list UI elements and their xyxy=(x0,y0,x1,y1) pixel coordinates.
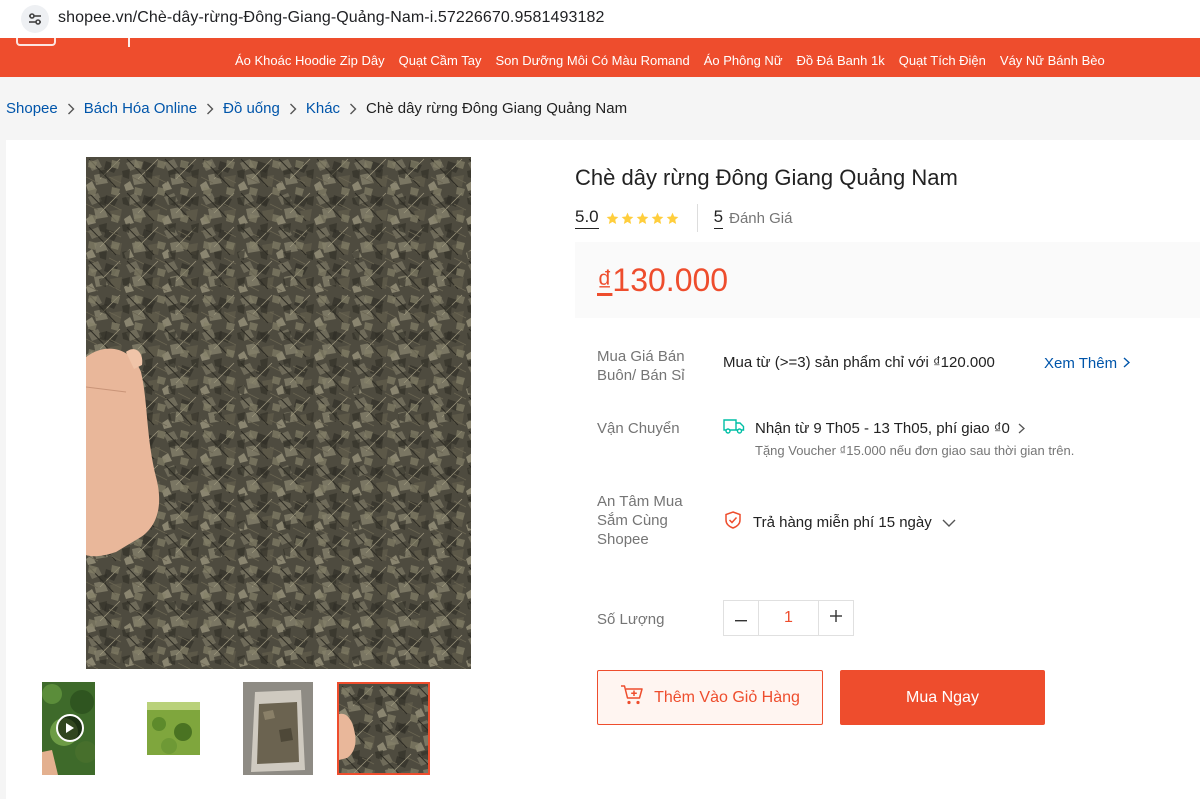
wholesale-label: Mua Giá Bán Buôn/ Bán Sỉ xyxy=(597,348,685,384)
assurance-label: An Tâm Mua Sắm Cùng Shopee xyxy=(597,493,683,548)
product-main-image[interactable] xyxy=(86,157,471,669)
thumbnail-strip xyxy=(0,680,480,780)
price-amount: 130.000 xyxy=(612,262,729,298)
buy-now-button[interactable]: Mua Ngay xyxy=(840,670,1045,725)
return-policy-dropdown[interactable]: Trả hàng miễn phí 15 ngày xyxy=(723,510,956,535)
chevron-right-icon xyxy=(67,103,75,115)
add-to-cart-label: Thêm Vào Giỏ Hàng xyxy=(654,688,800,706)
chevron-right-icon xyxy=(349,103,357,115)
review-count[interactable]: 5 xyxy=(713,207,724,229)
chevron-down-icon xyxy=(942,514,956,532)
keyword-link[interactable]: Quạt Cầm Tay xyxy=(399,53,482,68)
shopee-logo-text[interactable] xyxy=(128,38,130,47)
chevron-right-icon xyxy=(206,103,214,115)
keyword-link[interactable]: Áo Phông Nữ xyxy=(704,53,783,68)
rating-divider xyxy=(696,204,698,232)
star-icon xyxy=(651,212,663,224)
keyword-link[interactable]: Đồ Đá Banh 1k xyxy=(797,53,885,68)
quantity-increase-button[interactable] xyxy=(818,600,854,636)
chevron-right-icon xyxy=(1018,423,1025,434)
star-icon xyxy=(666,212,678,224)
quantity-decrease-button[interactable] xyxy=(723,600,759,636)
breadcrumb-current: Chè dây rừng Đông Giang Quảng Nam xyxy=(366,100,628,117)
buy-now-label: Mua Ngay xyxy=(906,688,979,706)
shipping-option[interactable]: Nhận từ 9 Th05 - 13 Th05, phí giao ₫0 xyxy=(723,418,1025,439)
quantity-input[interactable]: 1 xyxy=(759,600,818,636)
product-title: Chè dây rừng Đông Giang Quảng Nam xyxy=(575,165,958,190)
shield-check-icon xyxy=(723,510,743,535)
keyword-link[interactable]: Quạt Tích Điện xyxy=(899,53,986,68)
thumbnail-image[interactable] xyxy=(147,702,200,755)
keyword-link[interactable]: Áo Khoác Hoodie Zip Dây xyxy=(235,53,385,68)
quantity-label: Số Lượng xyxy=(597,611,665,628)
rating-row[interactable]: 5.0 5 Đánh Giá xyxy=(575,204,792,232)
see-more-label: Xem Thêm xyxy=(1044,355,1118,372)
browser-address-bar[interactable]: shopee.vn/Chè-dây-rừng-Đông-Giang-Quảng-… xyxy=(0,0,1200,38)
shipping-voucher-note: Tặng Voucher ₫15.000 nếu đơn giao sau th… xyxy=(755,443,1075,458)
thumbnail-image[interactable] xyxy=(243,682,313,775)
add-to-cart-icon xyxy=(620,684,644,711)
breadcrumb-item-other[interactable]: Khác xyxy=(306,100,340,117)
add-to-cart-button[interactable]: Thêm Vào Giỏ Hàng xyxy=(597,670,823,725)
shopee-header: Áo Khoác Hoodie Zip Dây Quạt Cầm Tay Son… xyxy=(0,38,1200,77)
shopee-logo-icon[interactable] xyxy=(16,38,56,46)
minus-icon xyxy=(735,609,747,627)
rating-stars xyxy=(606,212,679,225)
thumbnail-video[interactable] xyxy=(42,682,95,775)
product-price: ₫130.000 xyxy=(597,262,728,299)
play-icon xyxy=(56,714,84,742)
assurance-text: Trả hàng miễn phí 15 ngày xyxy=(753,514,932,531)
star-icon xyxy=(621,212,633,224)
trending-keywords: Áo Khoác Hoodie Zip Dây Quạt Cầm Tay Son… xyxy=(235,53,1105,68)
price-box: ₫130.000 xyxy=(575,242,1200,318)
review-label: Đánh Giá xyxy=(729,209,793,227)
breadcrumb: Shopee Bách Hóa Online Đồ uống Khác Chè … xyxy=(6,100,627,117)
shipping-label: Vận Chuyển xyxy=(597,420,680,437)
breadcrumb-item-grocery[interactable]: Bách Hóa Online xyxy=(84,100,197,117)
see-more-link[interactable]: Xem Thêm xyxy=(1044,355,1131,372)
breadcrumb-item-drinks[interactable]: Đồ uống xyxy=(223,100,280,117)
site-settings-icon[interactable] xyxy=(21,5,49,33)
chevron-right-icon xyxy=(1123,355,1131,372)
keyword-link[interactable]: Váy Nữ Bánh Bèo xyxy=(1000,53,1105,68)
breadcrumb-item-shopee[interactable]: Shopee xyxy=(6,100,58,117)
url-text[interactable]: shopee.vn/Chè-dây-rừng-Đông-Giang-Quảng-… xyxy=(58,9,604,27)
chevron-right-icon xyxy=(289,103,297,115)
star-icon xyxy=(636,212,648,224)
star-icon xyxy=(606,212,618,224)
shipping-text: Nhận từ 9 Th05 - 13 Th05, phí giao ₫0 xyxy=(755,420,1010,437)
rating-score[interactable]: 5.0 xyxy=(575,207,599,229)
price-currency: ₫ xyxy=(597,265,613,298)
thumbnail-image-selected[interactable] xyxy=(337,682,430,775)
wholesale-text: Mua từ (>=3) sản phẩm chỉ với ₫120.000 xyxy=(723,354,995,371)
delivery-truck-icon xyxy=(723,418,745,439)
plus-icon xyxy=(830,609,842,627)
keyword-link[interactable]: Son Dưỡng Môi Có Màu Romand xyxy=(495,53,689,68)
quantity-stepper: 1 xyxy=(723,600,854,636)
